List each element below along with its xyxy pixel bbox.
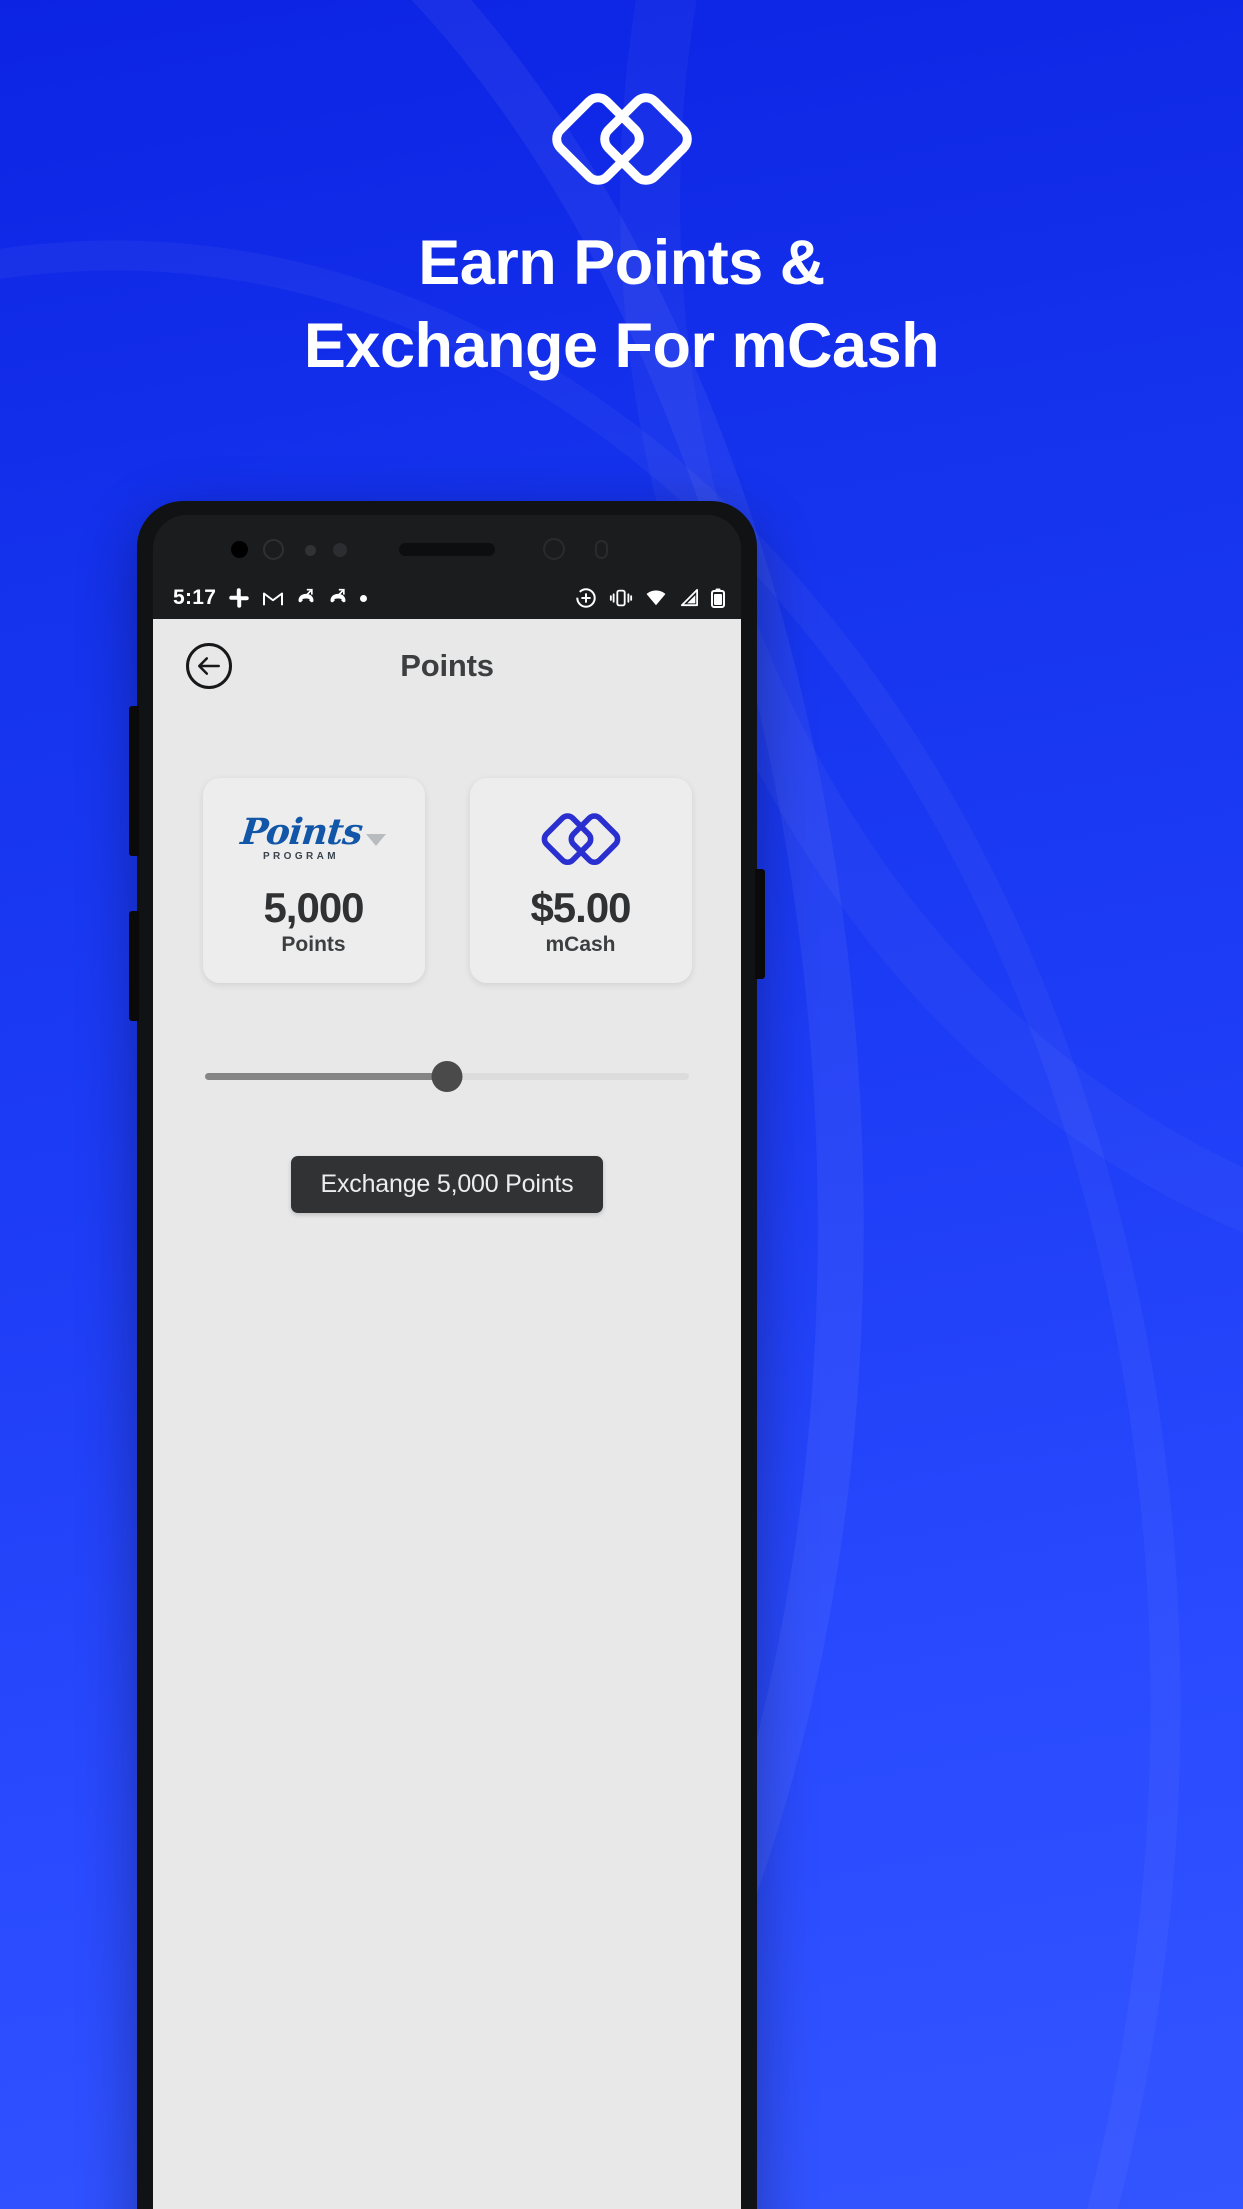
balance-cards: Points PROGRAM 5,000 Points $5.00 mCash	[153, 778, 741, 983]
volume-up-button[interactable]	[129, 706, 139, 856]
exchange-button[interactable]: Exchange 5,000 Points	[290, 1156, 604, 1213]
notification-dot-icon	[360, 594, 368, 602]
points-balance-label: Points	[281, 933, 346, 956]
app-bar-title: Points	[400, 648, 494, 683]
page-title-line2: Exchange For mCash	[303, 311, 940, 382]
battery-icon	[711, 588, 725, 608]
volume-down-button[interactable]	[129, 911, 139, 1021]
points-program-logo: Points PROGRAM	[238, 811, 364, 862]
points-balance-value: 5,000	[263, 884, 364, 931]
exchange-button-row: Exchange 5,000 Points	[153, 1156, 741, 1213]
app-screen: Points Points PROGRAM 5,000 Points $5.00…	[153, 619, 741, 2209]
phone-mockup: 5:17 Points Points PROGRAM 5,000 Points …	[129, 501, 765, 2209]
front-camera-icon	[231, 541, 248, 558]
mcash-card[interactable]: $5.00 mCash	[469, 778, 692, 983]
mcash-balance-label: mCash	[545, 933, 616, 956]
mcash-interlocking-diamonds-logo-icon	[541, 813, 620, 866]
earpiece-speaker-icon	[399, 543, 495, 556]
phone-display: 5:17 Points Points PROGRAM 5,000 Points …	[153, 515, 741, 2209]
status-bar: 5:17	[153, 577, 741, 619]
phone-bezel	[153, 515, 741, 577]
location-target-icon	[576, 588, 596, 608]
points-card[interactable]: Points PROGRAM 5,000 Points	[202, 778, 425, 983]
sensor-dot-icon	[333, 543, 347, 557]
slider-track-fill	[205, 1073, 447, 1080]
points-logo-script: Points	[238, 811, 364, 853]
slack-icon	[229, 588, 249, 608]
points-brand-row: Points PROGRAM	[238, 802, 387, 874]
hero-logo	[0, 82, 1243, 192]
sensor-dot-icon	[305, 545, 316, 556]
points-logo-subtitle: PROGRAM	[262, 851, 340, 862]
status-bar-clock: 5:17	[173, 586, 217, 609]
promo-screenshot: Earn Points & Exchange For mCash 5:17 Po…	[0, 0, 1243, 2209]
slider-thumb[interactable]	[431, 1061, 463, 1092]
chevron-down-icon[interactable]	[366, 834, 387, 846]
missed-call-icon	[330, 588, 346, 603]
missed-call-icon	[298, 588, 314, 603]
sensor-ring-icon	[543, 538, 565, 560]
sensor-ring-icon	[263, 539, 284, 560]
vibrate-icon	[609, 589, 633, 607]
app-bar: Points	[153, 619, 741, 711]
mcash-balance-value: $5.00	[530, 884, 631, 931]
sensor-pill-icon	[595, 540, 608, 559]
status-bar-right	[575, 587, 725, 609]
status-bar-left: 5:17	[173, 586, 368, 610]
page-title-line1: Earn Points &	[418, 228, 825, 298]
cellular-signal-icon	[680, 589, 698, 607]
power-button[interactable]	[755, 869, 765, 979]
wifi-icon	[646, 590, 666, 606]
points-amount-slider[interactable]	[205, 1059, 689, 1093]
page-title: Earn Points & Exchange For mCash	[0, 222, 1243, 388]
gmail-icon	[263, 592, 284, 606]
mcash-brand-row	[539, 802, 623, 874]
mcash-interlocking-diamonds-logo-icon	[551, 93, 692, 185]
